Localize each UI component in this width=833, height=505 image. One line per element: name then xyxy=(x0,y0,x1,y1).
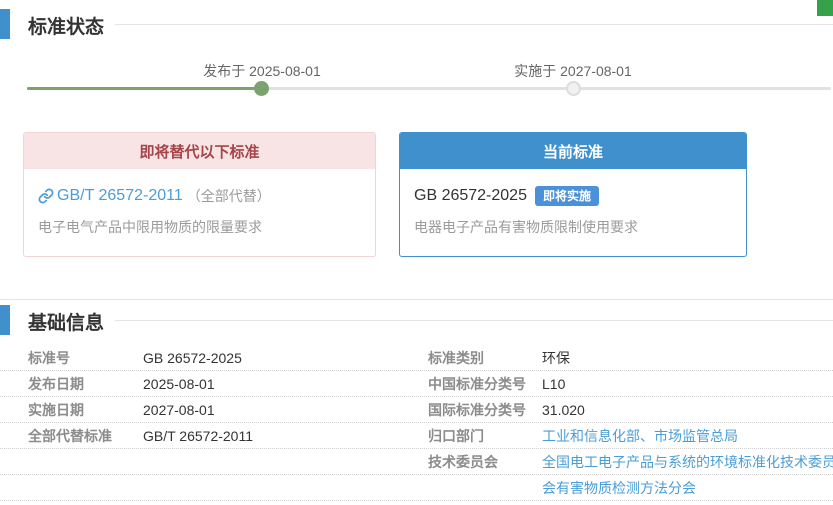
table-row: 发布日期 2025-08-01 中国标准分类号 L10 xyxy=(0,371,833,397)
table-row: 全部代替标准 GB/T 26572-2011 归口部门 工业和信息化部、市场监管… xyxy=(0,423,833,449)
section-title-status: 标准状态 xyxy=(28,12,104,39)
section-title-basic-info: 基础信息 xyxy=(28,308,104,335)
field-label: 国际标准分类号 xyxy=(428,400,542,420)
basic-info-table: 标准号 GB 26572-2025 标准类别 环保 发布日期 2025-08-0… xyxy=(0,345,833,501)
section-rule xyxy=(115,24,833,25)
technical-committee-link-continued[interactable]: 会有害物质检测方法分会 xyxy=(542,478,833,498)
section-accent-bar xyxy=(0,9,10,39)
field-value: 环保 xyxy=(542,348,833,368)
timeline-progress xyxy=(27,87,262,90)
section-divider xyxy=(0,299,833,300)
replaced-standard-link[interactable]: GB/T 26572-2011 xyxy=(57,187,183,205)
timeline-implemented-dot xyxy=(566,81,581,96)
current-standard-description: 电器电子产品有害物质限制使用要求 xyxy=(414,217,730,237)
field-label: 标准号 xyxy=(28,348,143,368)
table-row: 标准号 GB 26572-2025 标准类别 环保 xyxy=(0,345,833,371)
current-standard-number: GB 26572-2025 xyxy=(414,187,527,205)
status-badge: 即将实施 xyxy=(535,186,599,206)
field-value: GB 26572-2025 xyxy=(143,350,428,366)
field-label: 全部代替标准 xyxy=(28,426,143,446)
field-label: 标准类别 xyxy=(428,348,542,368)
field-label: 实施日期 xyxy=(28,400,143,420)
field-label: 中国标准分类号 xyxy=(428,374,542,394)
timeline-published-label: 发布于 2025-08-01 xyxy=(203,61,321,81)
current-standard-card: 当前标准 GB 26572-2025 即将实施 电器电子产品有害物质限制使用要求 xyxy=(399,132,747,257)
current-card-header: 当前标准 xyxy=(400,133,746,169)
replaced-standard-card: 即将替代以下标准 GB/T 26572-2011 （全部代替） 电子电气产品中限… xyxy=(23,132,376,257)
link-icon xyxy=(38,188,54,204)
field-value: L10 xyxy=(542,376,833,392)
field-value: 31.020 xyxy=(542,402,833,418)
section-rule xyxy=(115,320,833,321)
replaced-standard-suffix: （全部代替） xyxy=(187,186,271,206)
timeline-published-dot xyxy=(254,81,269,96)
field-label: 技术委员会 xyxy=(428,452,542,472)
field-value: GB/T 26572-2011 xyxy=(143,428,428,444)
table-row: 实施日期 2027-08-01 国际标准分类号 31.020 xyxy=(0,397,833,423)
replaced-card-header: 即将替代以下标准 xyxy=(24,133,375,169)
field-value: 2027-08-01 xyxy=(143,402,428,418)
timeline-implemented-label: 实施于 2027-08-01 xyxy=(514,61,632,81)
table-row: 技术委员会 全国电工电子产品与系统的环境标准化技术委员 xyxy=(0,449,833,475)
table-row: 会有害物质检测方法分会 xyxy=(0,475,833,501)
field-label: 发布日期 xyxy=(28,374,143,394)
technical-committee-link[interactable]: 全国电工电子产品与系统的环境标准化技术委员 xyxy=(542,452,833,472)
standard-detail-page: 标准状态 发布于 2025-08-01 实施于 2027-08-01 即将替代以… xyxy=(0,0,833,505)
corner-green-badge xyxy=(817,0,833,16)
field-value: 2025-08-01 xyxy=(143,376,428,392)
section-accent-bar xyxy=(0,305,10,335)
replaced-standard-description: 电子电气产品中限用物质的限量要求 xyxy=(38,217,359,237)
field-label: 归口部门 xyxy=(428,426,542,446)
responsible-department-link[interactable]: 工业和信息化部、市场监管总局 xyxy=(542,426,833,446)
